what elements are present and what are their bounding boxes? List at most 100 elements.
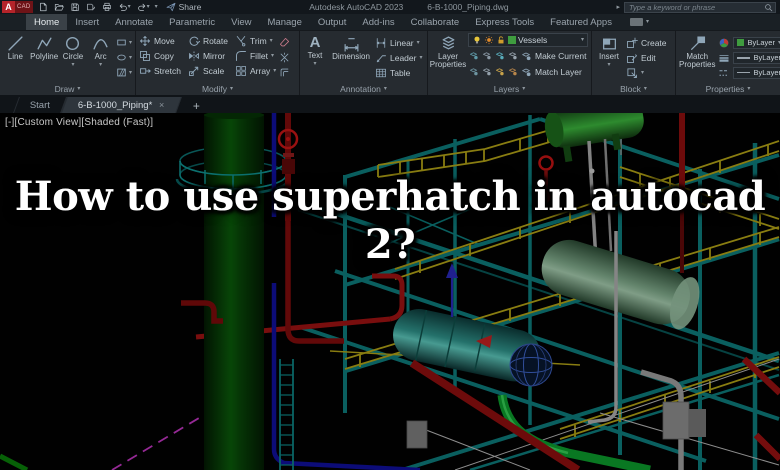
tab-collaborate[interactable]: Collaborate	[403, 14, 468, 30]
make-current-button[interactable]: Make Current	[520, 48, 587, 63]
leader-button[interactable]: Leader ▾	[375, 50, 424, 65]
tab-featured-apps[interactable]: Featured Apps	[542, 14, 620, 30]
tab-output[interactable]: Output	[310, 14, 355, 30]
stretch-button[interactable]: Stretch	[139, 63, 181, 78]
mirror-button[interactable]: Mirror	[188, 48, 228, 63]
qat-customize-icon[interactable]: ▾	[155, 4, 158, 10]
leader-icon	[375, 52, 387, 64]
trim-button[interactable]: Trim ▾	[235, 33, 276, 48]
linetype-dropdown[interactable]: ByLayer	[733, 66, 780, 79]
share-button[interactable]: Share	[166, 2, 201, 12]
ribbon-toggle-icon	[629, 18, 643, 26]
overlay-title: How to use superhatch in autocad 2?	[0, 173, 780, 269]
modify-panel-label[interactable]: Modify ▾	[136, 82, 299, 95]
layer-freeze-icon[interactable]	[494, 50, 505, 61]
erase-button[interactable]	[279, 37, 290, 48]
layer-dropdown-caret-icon[interactable]: ▾	[581, 37, 584, 43]
layer-off-icon[interactable]	[507, 50, 518, 61]
redo-button[interactable]: ▾	[136, 2, 151, 12]
arc-button[interactable]: Arc ▾	[88, 33, 113, 82]
layer-thaw-icon[interactable]	[507, 66, 518, 77]
rotate-button[interactable]: Rotate	[188, 33, 228, 48]
insert-block-button[interactable]: Insert ▾	[595, 33, 623, 82]
circle-button[interactable]: Circle ▾	[61, 33, 86, 82]
layer-freeze-sun-icon[interactable]	[484, 35, 494, 45]
table-button[interactable]: Table	[375, 65, 424, 80]
search-icon[interactable]	[764, 3, 773, 12]
lineweight-dropdown[interactable]: ByLayer	[733, 51, 780, 64]
open-file-button[interactable]	[53, 2, 65, 12]
match-layer-button[interactable]: Match Layer	[520, 64, 582, 79]
undo-button[interactable]: ▾	[117, 2, 132, 12]
layer-unlock-tool-icon[interactable]	[481, 66, 492, 77]
tab-add-ins[interactable]: Add-ins	[354, 14, 402, 30]
rectangle-button[interactable]: ▾	[116, 37, 132, 48]
save-as-button[interactable]	[85, 2, 97, 12]
layer-isolate-icon[interactable]	[468, 50, 479, 61]
tab-annotate[interactable]: Annotate	[107, 14, 161, 30]
properties-panel-label[interactable]: Properties ▾	[676, 82, 780, 95]
dimension-icon	[343, 35, 360, 52]
tab-manage[interactable]: Manage	[260, 14, 310, 30]
line-button[interactable]: Line	[3, 33, 28, 82]
layer-dropdown[interactable]: Vessels ▾	[468, 33, 588, 47]
start-tab[interactable]: Start	[13, 97, 67, 113]
linetype-icon[interactable]	[718, 67, 730, 79]
dimension-button[interactable]: Dimension	[330, 33, 372, 82]
object-color-dropdown[interactable]: ByLayer ▾	[733, 36, 780, 49]
drawing-tab[interactable]: 6-B-1000_Piping* ×	[61, 97, 182, 113]
redo-dropdown-icon[interactable]: ▾	[147, 4, 150, 10]
new-file-button[interactable]	[37, 2, 49, 12]
panel-draw: Line Polyline Circle ▾ Arc ▾ ▾ ▾ ▾ Draw ▾	[0, 31, 136, 95]
search-expand-icon[interactable]: ▸	[616, 3, 620, 11]
ribbon-display-toggle-button[interactable]: ▾	[629, 14, 649, 30]
explode-button[interactable]	[279, 52, 290, 63]
copy-button[interactable]: Copy	[139, 48, 181, 63]
tab-view[interactable]: View	[223, 14, 259, 30]
linear-button[interactable]: Linear ▾	[375, 35, 424, 50]
viewport[interactable]: [-][Custom View][Shaded (Fast)] How to u…	[0, 113, 780, 470]
overlay-title-line2: 2?	[364, 221, 416, 268]
annotation-panel-label[interactable]: Annotation ▾	[300, 82, 427, 95]
layer-lock-icon[interactable]	[468, 66, 479, 77]
tab-parametric[interactable]: Parametric	[161, 14, 223, 30]
write-block-button[interactable]: ▾	[626, 65, 672, 80]
create-block-button[interactable]: Create	[626, 35, 672, 50]
polyline-button[interactable]: Polyline	[30, 33, 58, 82]
offset-button[interactable]	[279, 67, 290, 78]
arc-icon	[92, 35, 109, 52]
layers-panel-label[interactable]: Layers ▾	[428, 82, 591, 95]
edit-block-button[interactable]: Edit	[626, 50, 672, 65]
text-button[interactable]: A Text ▾	[303, 33, 327, 82]
search-input[interactable]	[625, 2, 764, 12]
tab-express-tools[interactable]: Express Tools	[467, 14, 542, 30]
viewport-controls[interactable]: [-][Custom View][Shaded (Fast)]	[5, 117, 153, 128]
close-tab-icon[interactable]: ×	[160, 100, 165, 110]
match-properties-button[interactable]: Match Properties	[679, 33, 715, 82]
save-button[interactable]	[69, 2, 81, 12]
autocad-app-menu-button[interactable]: A CAD	[2, 1, 33, 13]
undo-dropdown-icon[interactable]: ▾	[128, 4, 131, 10]
tab-home[interactable]: Home	[26, 14, 68, 30]
move-button[interactable]: Move	[139, 33, 181, 48]
fillet-button[interactable]: Fillet ▾	[235, 48, 276, 63]
lineweight-icon[interactable]	[718, 52, 730, 64]
layer-color-swatch[interactable]	[508, 36, 516, 44]
array-button[interactable]: Array ▾	[235, 63, 276, 78]
block-panel-label[interactable]: Block ▾	[592, 82, 675, 95]
current-layer-name: Vessels	[518, 35, 548, 45]
ellipse-button[interactable]: ▾	[116, 52, 132, 63]
layer-unlock-icon[interactable]	[496, 35, 506, 45]
plot-button[interactable]	[101, 2, 113, 12]
tab-insert[interactable]: Insert	[67, 14, 107, 30]
draw-panel-label[interactable]: Draw ▾	[0, 82, 135, 95]
color-wheel-icon[interactable]	[718, 37, 730, 49]
layer-on-bulb-icon[interactable]	[472, 35, 482, 45]
scale-button[interactable]: Scale	[188, 63, 228, 78]
new-drawing-tab-button[interactable]: +	[189, 99, 204, 113]
table-icon	[375, 67, 387, 79]
layer-unisolate-icon[interactable]	[481, 50, 492, 61]
layer-walk-icon[interactable]	[494, 66, 505, 77]
layer-properties-button[interactable]: Layer Properties	[430, 33, 466, 82]
hatch-button[interactable]: ▾	[116, 67, 132, 78]
